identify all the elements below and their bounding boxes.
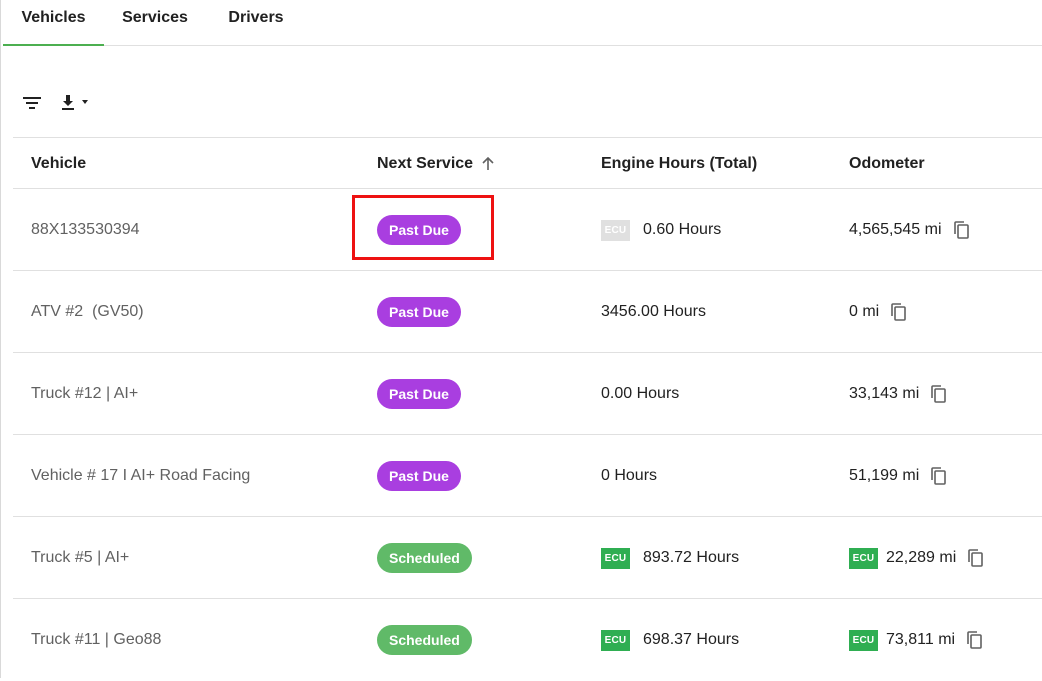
engine-hours-value: 893.72 Hours [643,549,740,566]
engine-hours-value: 0 Hours [601,467,658,484]
engine-hours-value: 3456.00 Hours [601,303,706,320]
engine-hours-value: 0.00 Hours [601,385,680,402]
copy-icon[interactable] [952,220,972,240]
sort-ascending-icon[interactable] [481,156,495,171]
engine-hours-value: 0.60 Hours [643,221,722,238]
copy-icon[interactable] [965,630,985,650]
odometer-value: 22,289 mi [886,549,957,566]
copy-icon[interactable] [966,548,986,568]
table-row[interactable]: ATV #2 (GV50) Past Due 3456.00 Hours 0 m… [13,270,1042,353]
tab-vehicles[interactable]: Vehicles [3,0,104,46]
status-badge[interactable]: Scheduled [377,625,472,655]
vehicle-name[interactable]: Vehicle # 17 I AI+ Road Facing [31,435,250,517]
table-row[interactable]: Truck #12 | AI+ Past Due 0.00 Hours 33,1… [13,352,1042,435]
copy-icon[interactable] [889,302,909,322]
odometer-value: 4,565,545 mi [849,221,942,238]
header-next-service[interactable]: Next Service [377,138,495,189]
status-badge[interactable]: Past Due [377,297,461,327]
vehicle-name[interactable]: Truck #12 | AI+ [31,353,138,435]
tab-bar: Vehicles Services Drivers [3,0,1042,46]
download-icon [62,95,88,110]
ecu-badge: ECU [601,219,630,241]
table-header-row: Vehicle Next Service Engine Hours (Total… [13,137,1042,189]
header-odometer[interactable]: Odometer [849,138,925,189]
engine-hours-value: 698.37 Hours [643,631,740,648]
header-engine-hours[interactable]: Engine Hours (Total) [601,138,757,189]
status-badge[interactable]: Past Due [377,379,461,409]
tab-drivers[interactable]: Drivers [221,0,291,45]
odometer-value: 51,199 mi [849,467,920,484]
download-menu-button[interactable] [60,92,96,114]
table-row[interactable]: Truck #11 | Geo88 Scheduled ECU 698.37 H… [13,598,1042,681]
status-badge[interactable]: Scheduled [377,543,472,573]
table-row[interactable]: 88X133530394 Past Due ECU 0.60 Hours 4,5… [13,188,1042,271]
tab-services[interactable]: Services [115,0,195,45]
ecu-badge: ECU [849,629,878,651]
table-row[interactable]: Truck #5 | AI+ Scheduled ECU 893.72 Hour… [13,516,1042,599]
left-border [0,0,1,678]
copy-icon[interactable] [929,384,949,404]
status-badge[interactable]: Past Due [377,215,461,245]
ecu-badge: ECU [849,547,878,569]
status-badge[interactable]: Past Due [377,461,461,491]
vehicle-name[interactable]: Truck #5 | AI+ [31,517,129,599]
vehicle-name[interactable]: ATV #2 (GV50) [31,271,144,353]
odometer-value: 73,811 mi [886,631,956,648]
odometer-value: 0 mi [849,303,880,320]
filter-icon[interactable] [22,93,42,113]
header-next-service-label: Next Service [377,154,474,172]
table-row[interactable]: Vehicle # 17 I AI+ Road Facing Past Due … [13,434,1042,517]
vehicle-name[interactable]: 88X133530394 [31,189,140,271]
vehicle-name[interactable]: Truck #11 | Geo88 [31,599,161,681]
odometer-value: 33,143 mi [849,385,920,402]
ecu-badge: ECU [601,547,630,569]
header-vehicle[interactable]: Vehicle [31,138,86,189]
copy-icon[interactable] [929,466,949,486]
ecu-badge: ECU [601,629,630,651]
